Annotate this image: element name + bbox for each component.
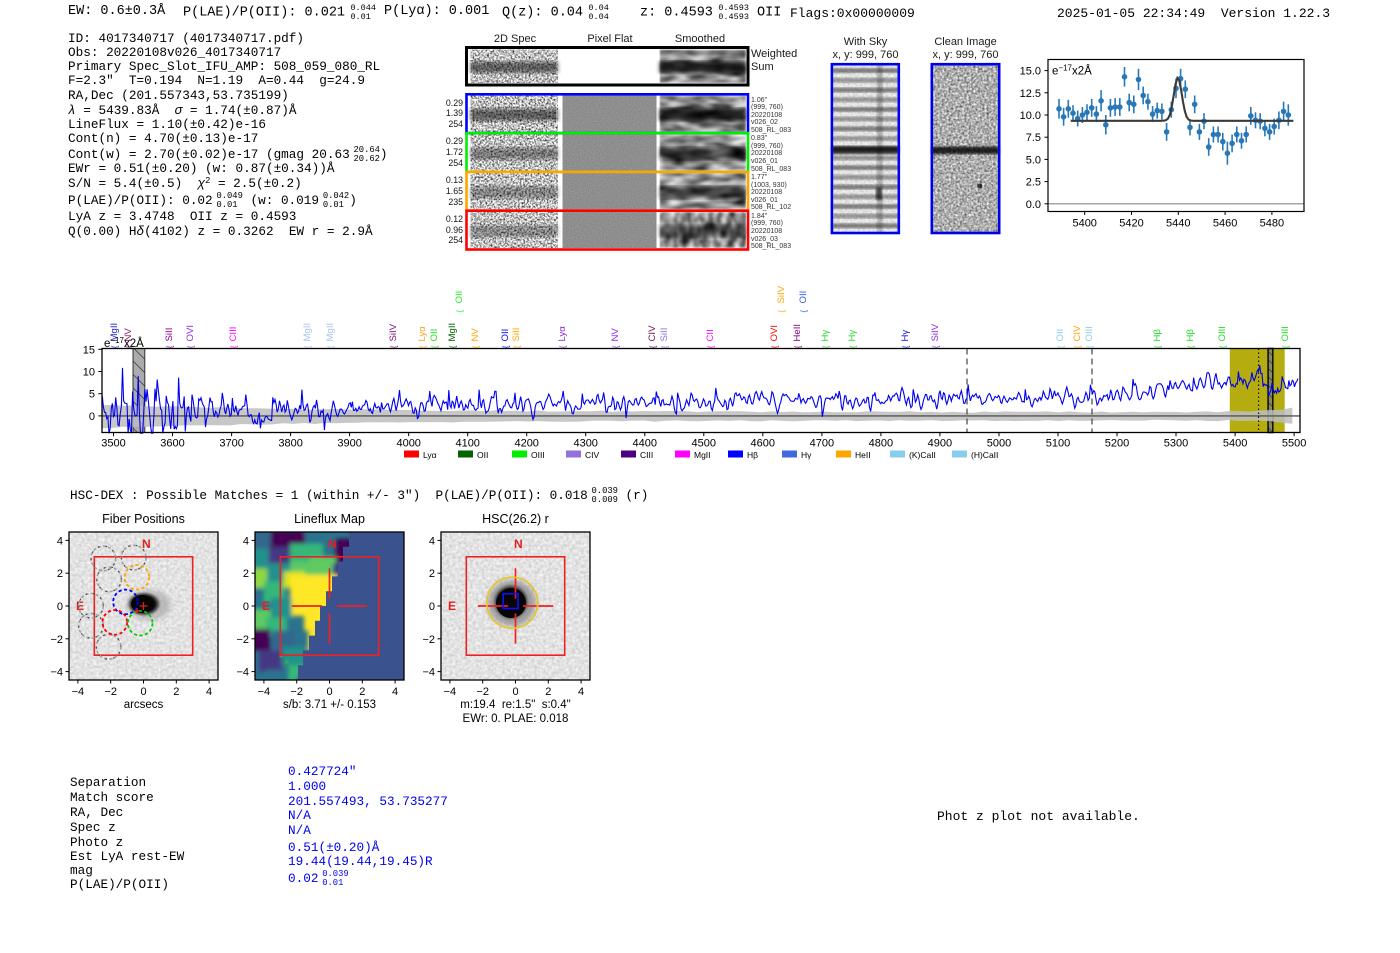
svg-text:(H)CaII: (H)CaII — [971, 450, 998, 460]
svg-text:CII: CII — [705, 329, 716, 341]
svg-text:{: { — [707, 345, 716, 348]
svg-text:5.0: 5.0 — [1026, 154, 1041, 166]
svg-text:4800: 4800 — [869, 438, 893, 450]
svg-text:{: { — [822, 345, 831, 348]
svg-text:5400: 5400 — [1223, 438, 1247, 450]
svg-text:4700: 4700 — [810, 438, 834, 450]
svg-text:5100: 5100 — [1046, 438, 1070, 450]
svg-text:SiIV: SiIV — [930, 323, 941, 341]
svg-text:−2: −2 — [50, 634, 63, 646]
svg-text:0: 0 — [57, 601, 63, 613]
svg-text:E: E — [262, 599, 270, 613]
svg-text:−4: −4 — [236, 667, 249, 679]
svg-text:OIII: OIII — [1280, 326, 1291, 341]
svg-text:{: { — [1074, 345, 1083, 348]
svg-text:{: { — [1086, 345, 1095, 348]
svg-text:0: 0 — [512, 686, 518, 698]
svg-text:OVI: OVI — [769, 325, 780, 342]
svg-text:−2: −2 — [476, 686, 489, 698]
svg-text:Hγ: Hγ — [847, 330, 858, 342]
svg-text:0: 0 — [326, 686, 332, 698]
svg-text:{: { — [771, 345, 780, 348]
svg-text:{: { — [1154, 345, 1163, 348]
svg-text:2: 2 — [359, 686, 365, 698]
svg-text:−4: −4 — [72, 686, 85, 698]
svg-text:N: N — [514, 537, 523, 551]
svg-text:−2: −2 — [236, 634, 249, 646]
svg-text:SiIV: SiIV — [776, 285, 787, 303]
svg-text:5440: 5440 — [1166, 218, 1190, 230]
svg-text:5460: 5460 — [1213, 218, 1237, 230]
svg-text:Hγ: Hγ — [820, 330, 831, 342]
svg-text:4: 4 — [578, 686, 584, 698]
svg-text:OII: OII — [1055, 329, 1066, 342]
svg-text:2: 2 — [545, 686, 551, 698]
svg-text:HeII: HeII — [855, 450, 871, 460]
svg-text:10.0: 10.0 — [1020, 110, 1041, 122]
svg-text:−4: −4 — [258, 686, 271, 698]
svg-text:{: { — [1057, 345, 1066, 348]
svg-text:7.5: 7.5 — [1026, 132, 1041, 144]
svg-text:{: { — [902, 345, 911, 348]
svg-text:2: 2 — [173, 686, 179, 698]
svg-text:E: E — [448, 599, 456, 613]
svg-text:5300: 5300 — [1164, 438, 1188, 450]
svg-text:{: { — [1187, 345, 1196, 348]
svg-text:OIII: OIII — [1217, 326, 1228, 341]
svg-text:Hγ: Hγ — [801, 450, 812, 460]
svg-text:−4: −4 — [444, 686, 457, 698]
svg-text:Hβ: Hβ — [1152, 329, 1163, 342]
svg-text:2.5: 2.5 — [1026, 177, 1041, 189]
svg-text:N: N — [328, 537, 337, 551]
svg-text:15.0: 15.0 — [1020, 66, 1041, 78]
svg-text:−4: −4 — [50, 667, 63, 679]
svg-text:5420: 5420 — [1119, 218, 1143, 230]
svg-text:e−17x2Å: e−17x2Å — [1052, 64, 1092, 78]
svg-text:4: 4 — [243, 535, 249, 547]
svg-text:CIV: CIV — [1072, 325, 1083, 342]
svg-text:−4: −4 — [422, 667, 435, 679]
svg-text:{: { — [1282, 345, 1291, 348]
svg-text:−2: −2 — [104, 686, 117, 698]
svg-text:2: 2 — [57, 568, 63, 580]
svg-text:Hβ: Hβ — [1185, 329, 1196, 342]
svg-text:{: { — [800, 310, 809, 313]
svg-text:HeII: HeII — [792, 324, 803, 342]
svg-text:OIII: OIII — [1084, 326, 1095, 341]
svg-text:5200: 5200 — [1105, 438, 1129, 450]
svg-text:5480: 5480 — [1260, 218, 1284, 230]
svg-text:OII: OII — [798, 291, 809, 304]
svg-text:4900: 4900 — [928, 438, 952, 450]
svg-text:{: { — [778, 310, 787, 313]
svg-text:4: 4 — [206, 686, 212, 698]
svg-text:12.5: 12.5 — [1020, 88, 1041, 100]
svg-text:Hγ: Hγ — [900, 330, 911, 342]
svg-text:Hβ: Hβ — [747, 450, 758, 460]
svg-text:0: 0 — [243, 601, 249, 613]
svg-text:{: { — [1219, 345, 1228, 348]
svg-text:2: 2 — [243, 568, 249, 580]
svg-text:−2: −2 — [290, 686, 303, 698]
svg-text:(K)CaII: (K)CaII — [909, 450, 936, 460]
svg-text:5400: 5400 — [1072, 218, 1096, 230]
svg-text:0: 0 — [429, 601, 435, 613]
svg-text:4600: 4600 — [751, 438, 775, 450]
svg-text:5000: 5000 — [987, 438, 1011, 450]
svg-text:0.0: 0.0 — [1026, 199, 1041, 211]
svg-text:{: { — [932, 345, 941, 348]
svg-text:4: 4 — [57, 535, 63, 547]
svg-text:2: 2 — [429, 568, 435, 580]
svg-text:0: 0 — [140, 686, 146, 698]
svg-text:{: { — [849, 345, 858, 348]
svg-text:{: { — [794, 345, 803, 348]
svg-text:5500: 5500 — [1282, 438, 1306, 450]
svg-text:4: 4 — [429, 535, 435, 547]
svg-text:4: 4 — [392, 686, 398, 698]
svg-text:−2: −2 — [422, 634, 435, 646]
